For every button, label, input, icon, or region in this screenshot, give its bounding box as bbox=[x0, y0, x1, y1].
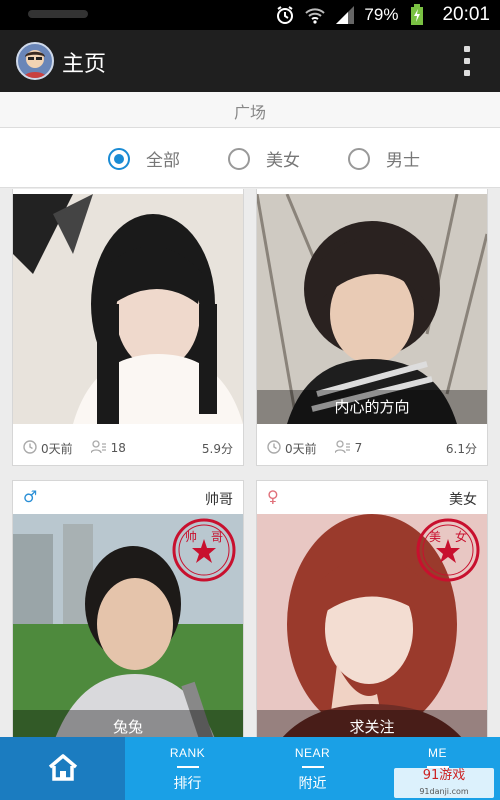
radio-beauty[interactable] bbox=[228, 147, 250, 170]
card-header: ♂ 帅哥 bbox=[13, 481, 243, 513]
user-grid: 0天前 18 5.9分 内心的方向 0天前 7 6.1分 ♂ 帅哥 兔兔 帅 哥… bbox=[0, 189, 500, 737]
fans-count: 18 bbox=[110, 441, 126, 455]
watermark: 91游戏 91danji.com bbox=[394, 768, 494, 798]
notification-area bbox=[28, 10, 88, 18]
photo-caption: 求关注 bbox=[257, 710, 487, 737]
user-card[interactable]: 0天前 18 5.9分 bbox=[12, 189, 244, 466]
fans-icon bbox=[89, 439, 107, 457]
avatar[interactable] bbox=[16, 42, 54, 80]
svg-text:美: 美 bbox=[429, 530, 441, 544]
tab-me-en: ME bbox=[428, 746, 447, 760]
filter-option-all[interactable]: 全部 bbox=[108, 146, 180, 171]
user-photo[interactable]: 内心的方向 bbox=[257, 194, 487, 424]
fans-icon bbox=[333, 439, 351, 457]
watermark-brand: 91游戏 bbox=[422, 768, 466, 783]
tab-rank-en: RANK bbox=[169, 746, 206, 760]
wifi-icon bbox=[304, 5, 326, 25]
app-bar: 主页 bbox=[0, 30, 500, 92]
status-bar: 79% 20:01 bbox=[0, 0, 500, 30]
tab-rank-cn: 排行 bbox=[173, 776, 202, 792]
score: 5.9分 bbox=[201, 441, 233, 456]
overflow-menu-icon[interactable] bbox=[462, 46, 472, 76]
fans-count: 7 bbox=[354, 441, 363, 455]
filter-option-men[interactable]: 男士 bbox=[348, 146, 420, 171]
radio-men[interactable] bbox=[348, 147, 370, 170]
stamp-icon: 帅哥 bbox=[171, 517, 237, 583]
score: 6.1分 bbox=[445, 441, 477, 456]
user-card[interactable]: ♂ 帅哥 兔兔 帅哥 bbox=[12, 480, 244, 737]
watermark-site: 91danji.com bbox=[419, 787, 469, 796]
card-meta: 0天前 7 6.1分 bbox=[257, 431, 487, 465]
clock-icon bbox=[267, 439, 281, 457]
filter-label-all: 全部 bbox=[146, 151, 180, 171]
clock-icon bbox=[23, 439, 37, 457]
user-card[interactable]: 内心的方向 0天前 7 6.1分 bbox=[256, 189, 488, 466]
post-time: 0天前 bbox=[285, 441, 317, 456]
user-card[interactable]: ♀ 美女 求关注 美女 bbox=[256, 480, 488, 737]
section-title: 广场 bbox=[233, 103, 266, 122]
alarm-icon bbox=[274, 5, 296, 25]
photo-caption: 内心的方向 bbox=[257, 390, 487, 424]
tab-near[interactable]: NEAR 附近 bbox=[250, 737, 375, 800]
stamp-icon: 美女 bbox=[415, 517, 481, 583]
card-header: ♀ 美女 bbox=[257, 481, 487, 513]
signal-icon bbox=[334, 5, 356, 25]
user-photo[interactable] bbox=[13, 194, 243, 424]
filter-label-beauty: 美女 bbox=[266, 151, 300, 171]
photo-caption: 兔兔 bbox=[13, 710, 243, 737]
radio-all[interactable] bbox=[108, 147, 130, 170]
tab-near-en: NEAR bbox=[294, 746, 331, 760]
card-meta: 0天前 18 5.9分 bbox=[13, 431, 243, 465]
svg-text:女: 女 bbox=[455, 529, 467, 544]
svg-text:帅: 帅 bbox=[185, 530, 197, 544]
battery-percent: 79% bbox=[364, 5, 399, 24]
tab-near-cn: 附近 bbox=[298, 776, 327, 792]
category-tag: 美女 bbox=[449, 492, 477, 508]
filter-radio-group: 全部 美女 男士 bbox=[0, 128, 500, 188]
filter-label-men: 男士 bbox=[386, 151, 420, 171]
home-icon bbox=[47, 753, 79, 785]
page-title: 主页 bbox=[62, 52, 107, 77]
section-header: 广场 bbox=[0, 92, 500, 128]
filter-option-beauty[interactable]: 美女 bbox=[228, 146, 300, 171]
tab-home[interactable] bbox=[0, 737, 125, 800]
clock: 20:01 bbox=[442, 4, 490, 25]
category-tag: 帅哥 bbox=[205, 492, 233, 508]
post-time: 0天前 bbox=[41, 441, 73, 456]
battery-charging-icon bbox=[406, 4, 428, 25]
tab-rank[interactable]: RANK 排行 bbox=[125, 737, 250, 800]
female-icon: ♀ bbox=[267, 487, 279, 506]
svg-text:哥: 哥 bbox=[211, 530, 223, 544]
male-icon: ♂ bbox=[23, 487, 38, 506]
